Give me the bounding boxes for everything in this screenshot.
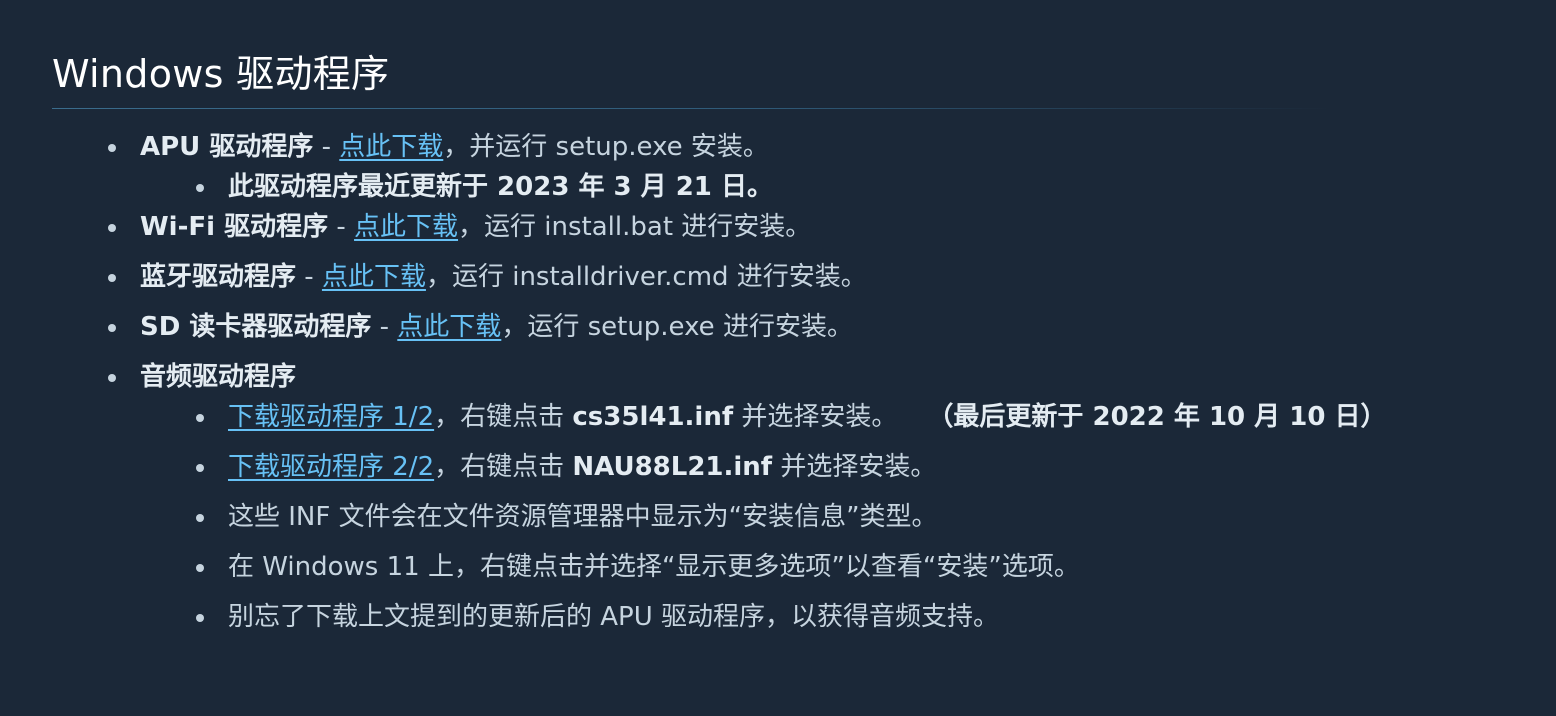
list-item-bluetooth-driver: 蓝牙驱动程序 - 点此下载，运行 installdriver.cmd 进行安装。 [108, 257, 1512, 297]
bluetooth-download-link[interactable]: 点此下载 [322, 262, 426, 292]
audio-item2-filename: NAU88L21.inf [572, 452, 773, 482]
audio-item1-filename: cs35l41.inf [572, 402, 734, 432]
audio-item-apu-reminder: 别忘了下载上文提到的更新后的 APU 驱动程序，以获得音频支持。 [196, 597, 1512, 637]
audio-driver-title: 音频驱动程序 [140, 362, 297, 392]
audio-windows11-note-text: 在 Windows 11 上，右键点击并选择“显示更多选项”以查看“安装”选项。 [228, 552, 1080, 582]
apu-instructions: ，并运行 setup.exe 安装。 [443, 132, 769, 162]
apu-separator: - [313, 132, 340, 162]
apu-sublist: 此驱动程序最近更新于 2023 年 3 月 21 日。 [140, 167, 1512, 207]
heading-divider [52, 108, 1332, 109]
wifi-driver-title: Wi-Fi 驱动程序 [140, 212, 329, 242]
apu-download-link[interactable]: 点此下载 [339, 132, 443, 162]
list-item-wifi-driver: Wi-Fi 驱动程序 - 点此下载，运行 install.bat 进行安装。 [108, 207, 1512, 247]
apu-update-note: 此驱动程序最近更新于 2023 年 3 月 21 日。 [228, 172, 773, 202]
audio-inf-note-text: 这些 INF 文件会在文件资源管理器中显示为“安装信息”类型。 [228, 502, 938, 532]
sd-card-separator: - [371, 312, 398, 342]
wifi-download-link[interactable]: 点此下载 [354, 212, 458, 242]
audio-item-driver-1: 下载驱动程序 1/2，右键点击 cs35l41.inf 并选择安装。 （最后更新于… [196, 397, 1512, 437]
sd-card-instructions: ，运行 setup.exe 进行安装。 [501, 312, 853, 342]
audio-download-link-1[interactable]: 下载驱动程序 1/2 [228, 402, 434, 432]
bluetooth-separator: - [296, 262, 322, 292]
driver-list: APU 驱动程序 - 点此下载，并运行 setup.exe 安装。 此驱动程序最… [52, 127, 1512, 637]
list-item-audio-driver: 音频驱动程序 下载驱动程序 1/2，右键点击 cs35l41.inf 并选择安装… [108, 357, 1512, 637]
windows-drivers-section: Windows 驱动程序 APU 驱动程序 - 点此下载，并运行 setup.e… [52, 48, 1512, 637]
audio-item2-instructions-post: 并选择安装。 [772, 452, 937, 482]
bluetooth-instructions: ，运行 installdriver.cmd 进行安装。 [425, 262, 867, 292]
list-item-apu-driver: APU 驱动程序 - 点此下载，并运行 setup.exe 安装。 此驱动程序最… [108, 127, 1512, 207]
audio-item1-instructions-post: 并选择安装。 [733, 402, 898, 432]
wifi-instructions: ，运行 install.bat 进行安装。 [458, 212, 812, 242]
audio-download-link-2[interactable]: 下载驱动程序 2/2 [228, 452, 434, 482]
audio-item-driver-2: 下载驱动程序 2/2，右键点击 NAU88L21.inf 并选择安装。 [196, 447, 1512, 487]
audio-item1-updated-note: （最后更新于 2022 年 10 月 10 日） [927, 402, 1387, 432]
sd-card-download-link[interactable]: 点此下载 [397, 312, 501, 342]
apu-driver-title: APU 驱动程序 [140, 132, 314, 162]
audio-item2-instructions-pre: ，右键点击 [434, 452, 573, 482]
section-heading: Windows 驱动程序 [52, 52, 390, 96]
list-item-apu-note: 此驱动程序最近更新于 2023 年 3 月 21 日。 [196, 167, 1512, 207]
audio-item-windows11-note: 在 Windows 11 上，右键点击并选择“显示更多选项”以查看“安装”选项。 [196, 547, 1512, 587]
audio-apu-reminder-text: 别忘了下载上文提到的更新后的 APU 驱动程序，以获得音频支持。 [228, 602, 1000, 632]
sd-card-driver-title: SD 读卡器驱动程序 [140, 312, 372, 342]
wifi-separator: - [328, 212, 355, 242]
audio-sublist: 下载驱动程序 1/2，右键点击 cs35l41.inf 并选择安装。 （最后更新于… [140, 397, 1512, 637]
list-item-sd-card-driver: SD 读卡器驱动程序 - 点此下载，运行 setup.exe 进行安装。 [108, 307, 1512, 347]
audio-item-inf-note: 这些 INF 文件会在文件资源管理器中显示为“安装信息”类型。 [196, 497, 1512, 537]
bluetooth-driver-title: 蓝牙驱动程序 [140, 262, 297, 292]
audio-item1-instructions-pre: ，右键点击 [434, 402, 573, 432]
